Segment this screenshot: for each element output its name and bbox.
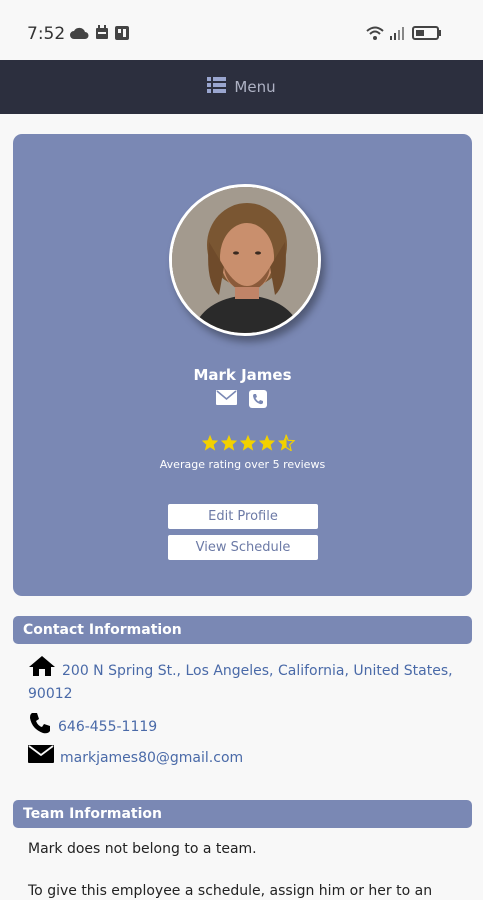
- phone-link[interactable]: 646-455-1119: [58, 719, 157, 735]
- no-team-text: Mark does not belong to a team.: [28, 841, 257, 857]
- star-half-icon: [277, 434, 296, 455]
- envelope-icon[interactable]: [216, 390, 237, 412]
- email-link[interactable]: markjames80@gmail.com: [60, 750, 243, 766]
- star-icon: [239, 434, 257, 455]
- envelope-icon: [28, 745, 54, 770]
- star-icon: [258, 434, 276, 455]
- rating-summary: Average rating over 5 reviews: [159, 458, 326, 471]
- phone-icon: [28, 711, 52, 742]
- signal-icon: [390, 25, 406, 44]
- home-icon: [28, 655, 56, 684]
- profile-name: Mark James: [193, 366, 292, 384]
- battery-icon: [412, 25, 442, 44]
- team-info-header: Team Information: [13, 800, 472, 828]
- menu-label[interactable]: Menu: [234, 78, 275, 96]
- address-link[interactable]: 200 N Spring St., Los Angeles, Californi…: [62, 663, 453, 679]
- phone-square-icon[interactable]: [249, 390, 267, 412]
- status-icons-right: [366, 25, 442, 44]
- email-row: markjames80@gmail.com: [28, 745, 243, 770]
- address-row: 200 N Spring St., Los Angeles, Californi…: [28, 655, 453, 705]
- address-zip-link[interactable]: 90012: [28, 686, 73, 702]
- schedule-hint-text: To give this employee a schedule, assign…: [28, 883, 433, 899]
- profile-contact-icons: [216, 390, 267, 412]
- profile-card: Mark James Average rating over 5 reviews…: [13, 134, 472, 596]
- status-time: 7:52: [27, 24, 66, 44]
- star-icon: [201, 434, 219, 455]
- top-navbar[interactable]: Menu: [0, 60, 483, 114]
- avatar: [169, 184, 321, 336]
- status-icons-left: [69, 25, 129, 44]
- status-bar: 7:52: [0, 0, 483, 60]
- app-icon: [115, 25, 129, 44]
- star-rating: [201, 434, 296, 455]
- star-icon: [220, 434, 238, 455]
- list-icon[interactable]: [207, 77, 227, 97]
- wifi-icon: [366, 25, 384, 44]
- edit-profile-button[interactable]: Edit Profile: [168, 504, 318, 529]
- calendar-icon: [95, 25, 109, 44]
- cloud-icon: [69, 25, 89, 44]
- phone-row: 646-455-1119: [28, 711, 157, 742]
- view-schedule-button[interactable]: View Schedule: [168, 535, 318, 560]
- contact-info-header: Contact Information: [13, 616, 472, 644]
